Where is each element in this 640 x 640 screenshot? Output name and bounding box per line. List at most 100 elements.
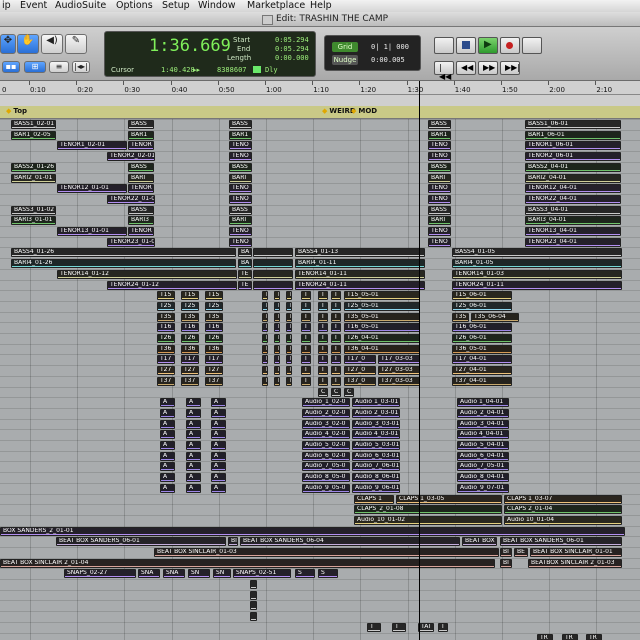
audio-clip[interactable] [253,281,293,290]
audio-clip[interactable]: BEAT BOX SINCLAIR 2_01-04 [0,559,495,568]
audio-clip[interactable]: T [318,355,328,364]
audio-clip[interactable]: T17 [205,355,223,364]
audio-clip[interactable]: T36 [205,345,223,354]
audio-clip[interactable]: T16_06-01 [452,323,512,332]
audio-clip[interactable]: T36_05-01 [452,345,512,354]
audio-clip[interactable]: BASS4_01-05 [452,248,622,257]
audio-clip[interactable]: TE [238,270,252,279]
audio-clip[interactable]: SNA [163,569,185,578]
audio-clip[interactable]: BI [500,548,512,557]
audio-clip[interactable]: T [301,345,311,354]
audio-clip[interactable]: T [274,334,280,343]
main-counter-display[interactable]: 1:36.669 Start 0:05.294 End 0:05.294 Len… [104,31,316,77]
audio-clip[interactable]: BARI4_01-11 [295,259,425,268]
audio-clip[interactable]: T26_06-01 [452,334,512,343]
audio-clip[interactable]: TENOR24_01-11 [452,281,622,290]
audio-clip[interactable]: BARI [428,174,451,183]
audio-clip[interactable] [253,259,293,268]
audio-clip[interactable]: T36 [181,345,199,354]
audio-clip[interactable]: T35 [452,313,469,322]
audio-clip[interactable]: TENOR22_04-01 [525,195,621,204]
audio-clip[interactable]: T [262,334,268,343]
audio-clip[interactable]: TENO [428,195,451,204]
audio-clip[interactable]: BI [228,537,238,546]
audio-clip[interactable]: T17_03-03 [378,355,420,364]
audio-clip[interactable]: T [274,313,280,322]
audio-clip[interactable]: Audio_1_02-0 [302,398,350,407]
audio-clip[interactable]: S [318,569,338,578]
audio-clip[interactable]: T15_06-01 [452,291,512,300]
audio-clip[interactable]: T [262,313,268,322]
link-mode-button[interactable]: ⊞ [24,61,46,73]
audio-clip[interactable]: T [262,355,268,364]
audio-clip[interactable]: CLAPS 1_03-05 [396,495,502,504]
audio-clip[interactable] [253,270,293,279]
audio-clip[interactable]: T25 [181,302,199,311]
audio-clip[interactable]: BAR1_02-05 [11,131,56,140]
audio-clip[interactable]: BARI3 [128,216,154,225]
audio-clip[interactable]: BASS3_04-01 [525,206,621,215]
audio-clip[interactable]: BAR1_06-01 [525,131,621,140]
audio-clip[interactable]: Audio_5_03-01 [352,441,400,450]
record-button[interactable] [500,37,520,54]
audio-clip[interactable]: T17 [181,355,199,364]
audio-clip[interactable]: Audio 4_03-01 [352,430,400,439]
audio-clip[interactable]: T [286,377,292,386]
audio-clip[interactable]: Audio_6_02-0 [302,452,350,461]
audio-clip[interactable]: T [274,291,280,300]
audio-clip[interactable]: T17_04-01 [452,355,512,364]
menu-item-help[interactable]: Help [310,0,332,12]
audio-clip[interactable]: TENOR24_01-12 [107,281,237,290]
audio-clip[interactable]: Audio_6_04-01 [457,452,509,461]
audio-clip[interactable]: T [438,623,448,632]
audio-clip[interactable]: T [286,313,292,322]
audio-clip[interactable]: TENO [428,184,451,193]
audio-clip[interactable]: TENO [229,152,252,161]
audio-clip[interactable]: T37_03-03 [378,377,420,386]
audio-clip[interactable]: TENOR14_01-03 [452,270,622,279]
audio-clip[interactable]: T27_0 [344,366,376,375]
audio-clip[interactable]: BEAT BOX SINCLAIR_01-03 [154,548,499,557]
audio-clip[interactable]: Audio_9_05-0 [302,484,350,493]
audio-clip[interactable]: T [286,355,292,364]
audio-clip[interactable]: Audio_8_05-0 [302,473,350,482]
audio-clip[interactable]: Audio 2_03-01 [352,409,400,418]
audio-clip[interactable]: T [318,291,328,300]
menu-item-ip[interactable]: ip [2,0,11,12]
audio-clip[interactable]: BASS4_01-26 [11,248,236,257]
audio-clip[interactable]: T26 [157,334,175,343]
audio-clip[interactable]: BARI3_04-01 [525,216,621,225]
audio-clip[interactable]: BOX SANDERS_2_01-01 [0,527,625,536]
audio-clip[interactable]: T [262,302,268,311]
mirror-edit-button[interactable]: |◂▸| [72,61,90,73]
audio-clip[interactable]: A [186,441,201,450]
audio-clip[interactable]: T15 [157,291,175,300]
audio-clip[interactable]: BASS4_01-13 [295,248,425,257]
audio-clip[interactable]: TR [586,634,602,640]
marker-top[interactable]: Top [6,107,27,115]
audio-clip[interactable]: A [186,462,201,471]
audio-clip[interactable]: T17_0 [344,355,376,364]
audio-clip[interactable]: T17 [157,355,175,364]
audio-clip[interactable]: T [318,323,328,332]
audio-clip[interactable]: TENOR13_01-01 [57,227,127,236]
audio-clip[interactable]: T [262,366,268,375]
audio-clip[interactable]: TR [562,634,578,640]
audio-clip[interactable]: BASS [428,163,451,172]
audio-clip[interactable]: Audio_6_03-01 [352,452,400,461]
audio-clip[interactable]: BARI3_01-01 [11,216,56,225]
tab-to-transient-button[interactable]: ≡ [49,61,69,73]
audio-clip[interactable]: A [186,473,201,482]
audio-clip[interactable]: A [186,452,201,461]
audio-clip[interactable]: BEATBOX SINCLAIR 2_01-03 [528,559,622,568]
audio-clip[interactable]: A [160,441,175,450]
audio-clip[interactable]: TENO [428,238,451,247]
audio-clip[interactable]: TENOR1_06-01 [525,141,621,150]
audio-clip[interactable]: TENOR [128,227,154,236]
audio-clip[interactable]: BASS [428,206,451,215]
audio-clip[interactable]: T [262,345,268,354]
audio-clip[interactable]: TENO [229,141,252,150]
audio-clip[interactable]: T [318,313,328,322]
audio-clip[interactable]: T37 [181,377,199,386]
audio-clip[interactable]: A [211,398,226,407]
